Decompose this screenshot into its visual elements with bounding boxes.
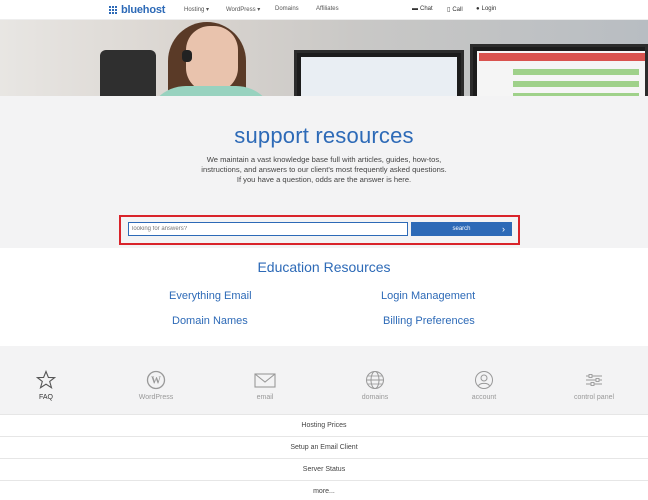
faq-list: Hosting Prices Setup an Email Client Ser…	[0, 414, 648, 500]
chat-link[interactable]: ▬ Chat	[412, 6, 433, 12]
list-item-more[interactable]: more...	[0, 480, 648, 500]
page-title: support resources	[234, 123, 414, 148]
envelope-icon	[254, 373, 276, 388]
search-button-label: search	[452, 226, 471, 232]
category-control-panel[interactable]: control panel	[554, 370, 634, 401]
call-link[interactable]: ▯ Call	[447, 6, 463, 14]
search-input[interactable]	[128, 222, 408, 236]
category-label: domains	[361, 394, 389, 401]
link-domain-names[interactable]: Domain Names	[172, 315, 248, 327]
search-button[interactable]: search ›	[411, 222, 512, 236]
login-link[interactable]: ● Login	[476, 6, 496, 12]
category-label: FAQ	[38, 394, 53, 401]
link-login-management[interactable]: Login Management	[381, 290, 475, 302]
link-everything-email[interactable]: Everything Email	[169, 290, 252, 302]
logo-text: bluehost	[121, 4, 166, 16]
star-icon	[36, 370, 56, 389]
support-description: We maintain a vast knowledge base full w…	[201, 155, 447, 184]
education-title: Education Resources	[257, 259, 391, 275]
list-item[interactable]: Setup an Email Client	[0, 436, 648, 458]
category-label: account	[471, 394, 497, 401]
list-item[interactable]: Server Status	[0, 458, 648, 480]
category-label: email	[256, 394, 274, 401]
bluehost-logo[interactable]: bluehost	[109, 4, 165, 16]
link-billing-preferences[interactable]: Billing Preferences	[383, 315, 475, 327]
category-label: control panel	[573, 394, 615, 401]
nav-domains[interactable]: Domains	[275, 6, 299, 12]
category-account[interactable]: account	[444, 370, 524, 401]
category-faq[interactable]: FAQ	[6, 370, 86, 401]
chat-icon: ▬	[412, 6, 418, 12]
nav-wordpress[interactable]: WordPress ▾	[226, 6, 260, 13]
user-icon	[475, 371, 493, 389]
sliders-icon	[586, 374, 602, 386]
logo-grid-icon	[109, 5, 118, 15]
nav-hosting[interactable]: Hosting ▾	[184, 6, 209, 13]
list-item[interactable]: Hosting Prices	[0, 414, 648, 436]
category-label: WordPress	[138, 394, 174, 401]
nav-affiliates[interactable]: Affiliates	[316, 6, 339, 12]
globe-icon	[366, 371, 384, 389]
category-email[interactable]: email	[225, 370, 305, 401]
category-icon-row	[0, 346, 648, 414]
wordpress-icon: W	[146, 370, 166, 390]
category-wordpress[interactable]: W WordPress	[116, 370, 196, 401]
top-navigation: bluehost Hosting ▾ WordPress ▾ Domains A…	[0, 0, 648, 20]
phone-icon: ▯	[447, 7, 451, 13]
chevron-right-icon: ›	[502, 224, 505, 234]
category-domains[interactable]: domains	[335, 370, 415, 401]
svg-text:W: W	[151, 376, 161, 387]
hero-image	[0, 20, 648, 96]
user-icon: ●	[476, 6, 480, 12]
